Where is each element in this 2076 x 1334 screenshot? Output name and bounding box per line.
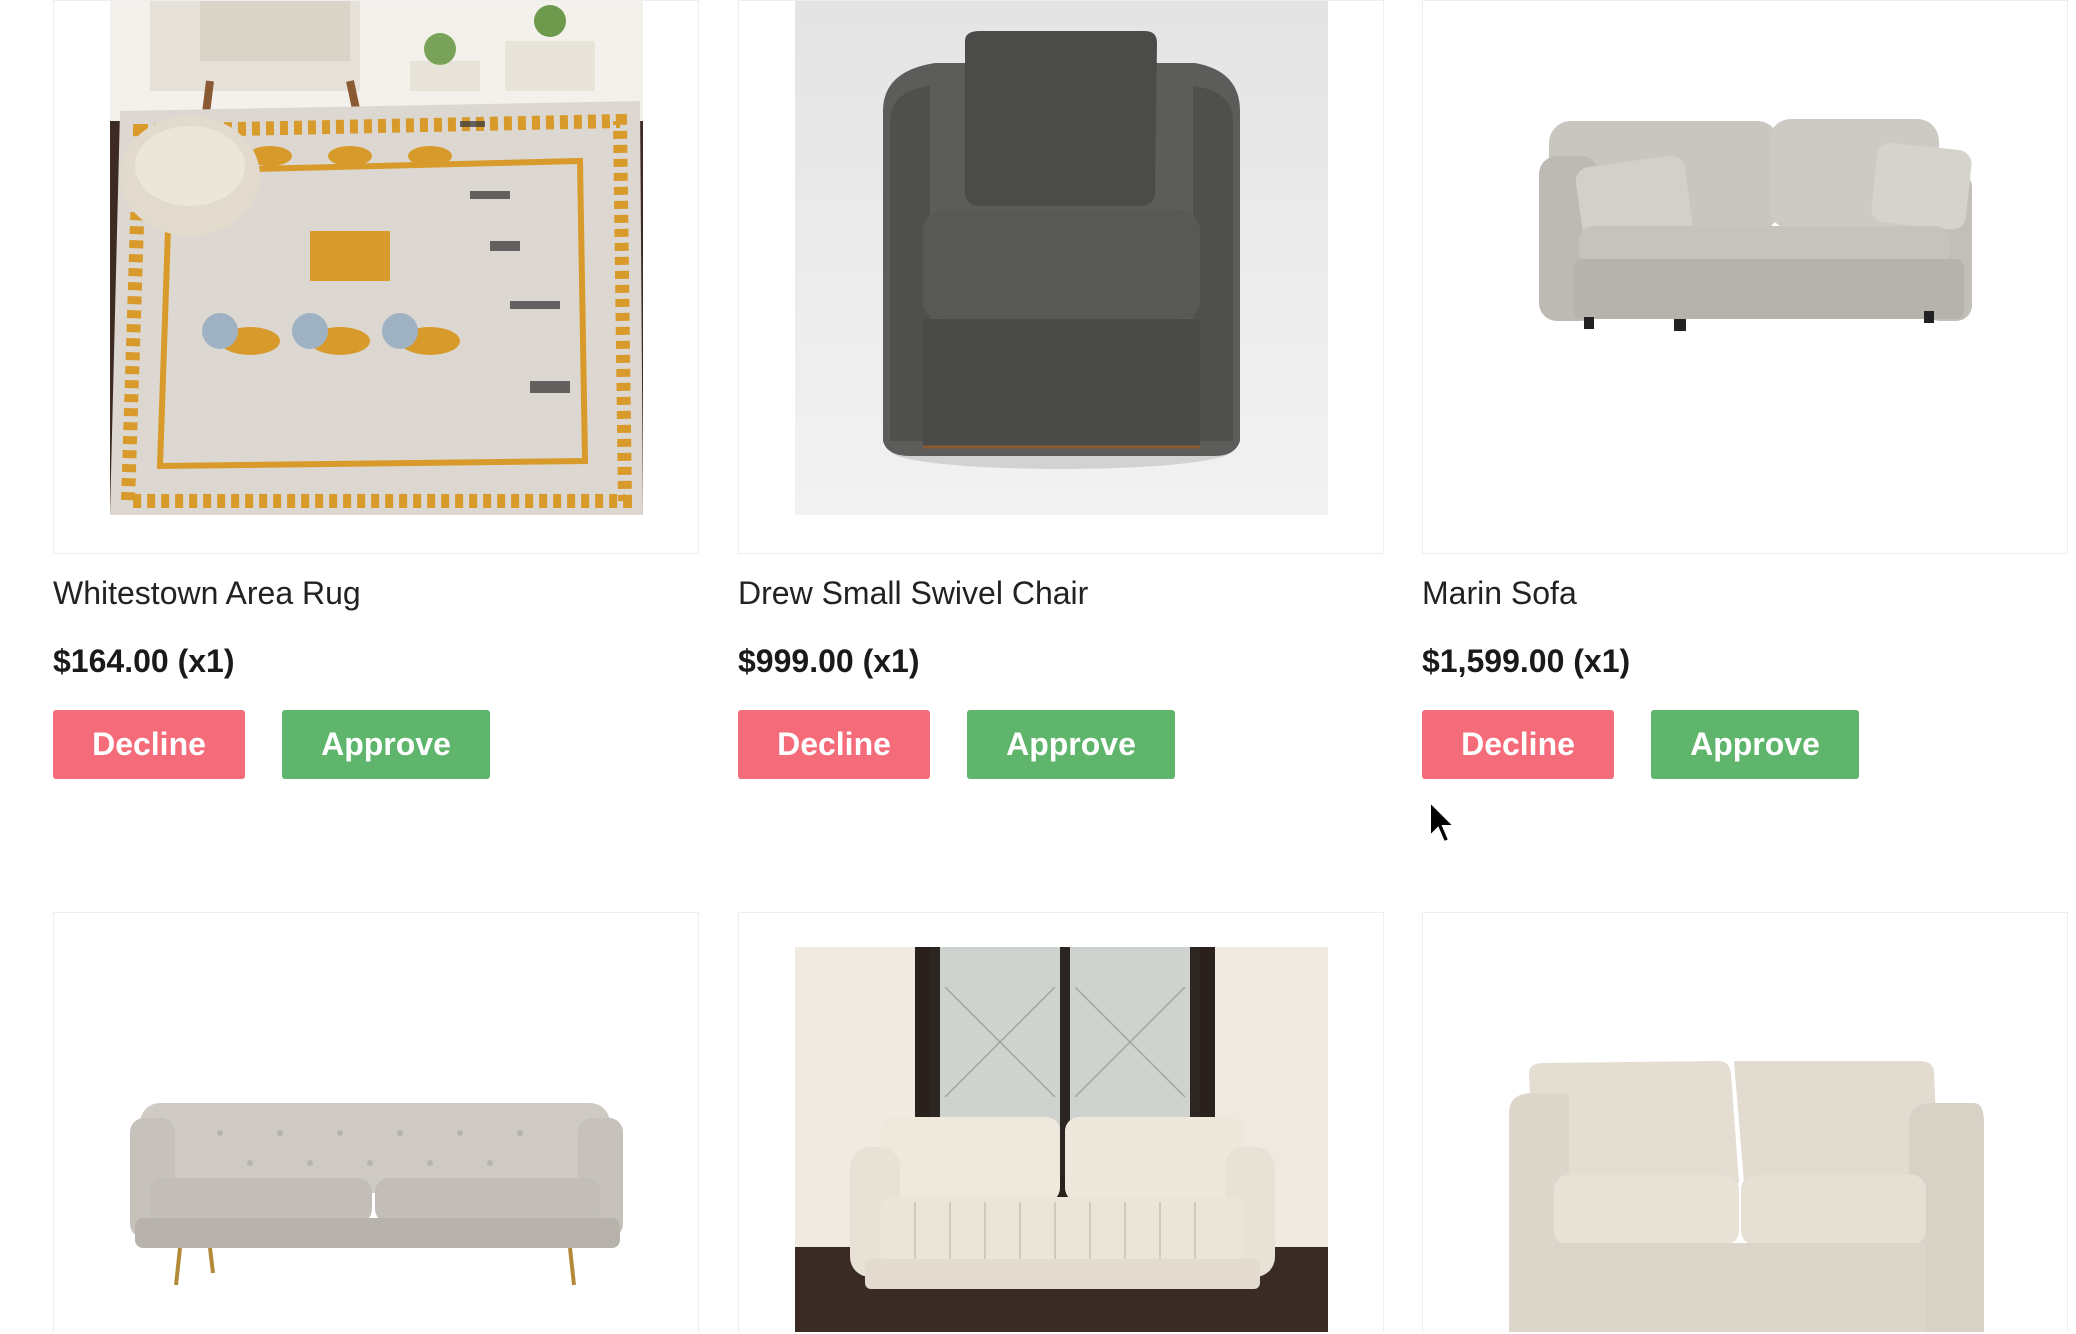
sofa-photo [1479,1,2012,515]
product-card: Marin Sofa $1,599.00 (x1) Decline Approv… [1422,0,2068,779]
product-image-frame [1422,912,2068,1332]
channel-sofa-photo [795,947,1328,1332]
decline-button[interactable]: Decline [738,710,930,779]
product-image-frame [53,0,699,554]
swivel-chair-photo [795,1,1328,515]
product-card [738,912,1384,1332]
approve-button[interactable]: Approve [967,710,1175,779]
product-approval-grid: Whitestown Area Rug $164.00 (x1) Decline… [0,0,2076,1334]
product-card [53,912,699,1332]
mouse-cursor-icon [1429,800,1457,844]
product-price: $999.00 (x1) [738,643,920,679]
product-name: Drew Small Swivel Chair [738,575,1089,611]
approve-button[interactable]: Approve [1651,710,1859,779]
product-card: Drew Small Swivel Chair $999.00 (x1) Dec… [738,0,1384,779]
approve-button[interactable]: Approve [282,710,490,779]
product-price: $164.00 (x1) [53,643,235,679]
tufted-sofa-photo [110,913,643,1332]
product-image-frame [1422,0,2068,554]
product-image-frame [53,912,699,1332]
product-image-frame [738,912,1384,1332]
product-card [1422,912,2068,1332]
product-name: Whitestown Area Rug [53,575,361,611]
area-rug-photo [110,1,643,515]
decline-button[interactable]: Decline [1422,710,1614,779]
product-image-frame [738,0,1384,554]
product-price: $1,599.00 (x1) [1422,643,1631,679]
product-card: Whitestown Area Rug $164.00 (x1) Decline… [53,0,699,779]
decline-button[interactable]: Decline [53,710,245,779]
loveseat-photo [1479,913,2012,1332]
product-name: Marin Sofa [1422,575,1577,611]
